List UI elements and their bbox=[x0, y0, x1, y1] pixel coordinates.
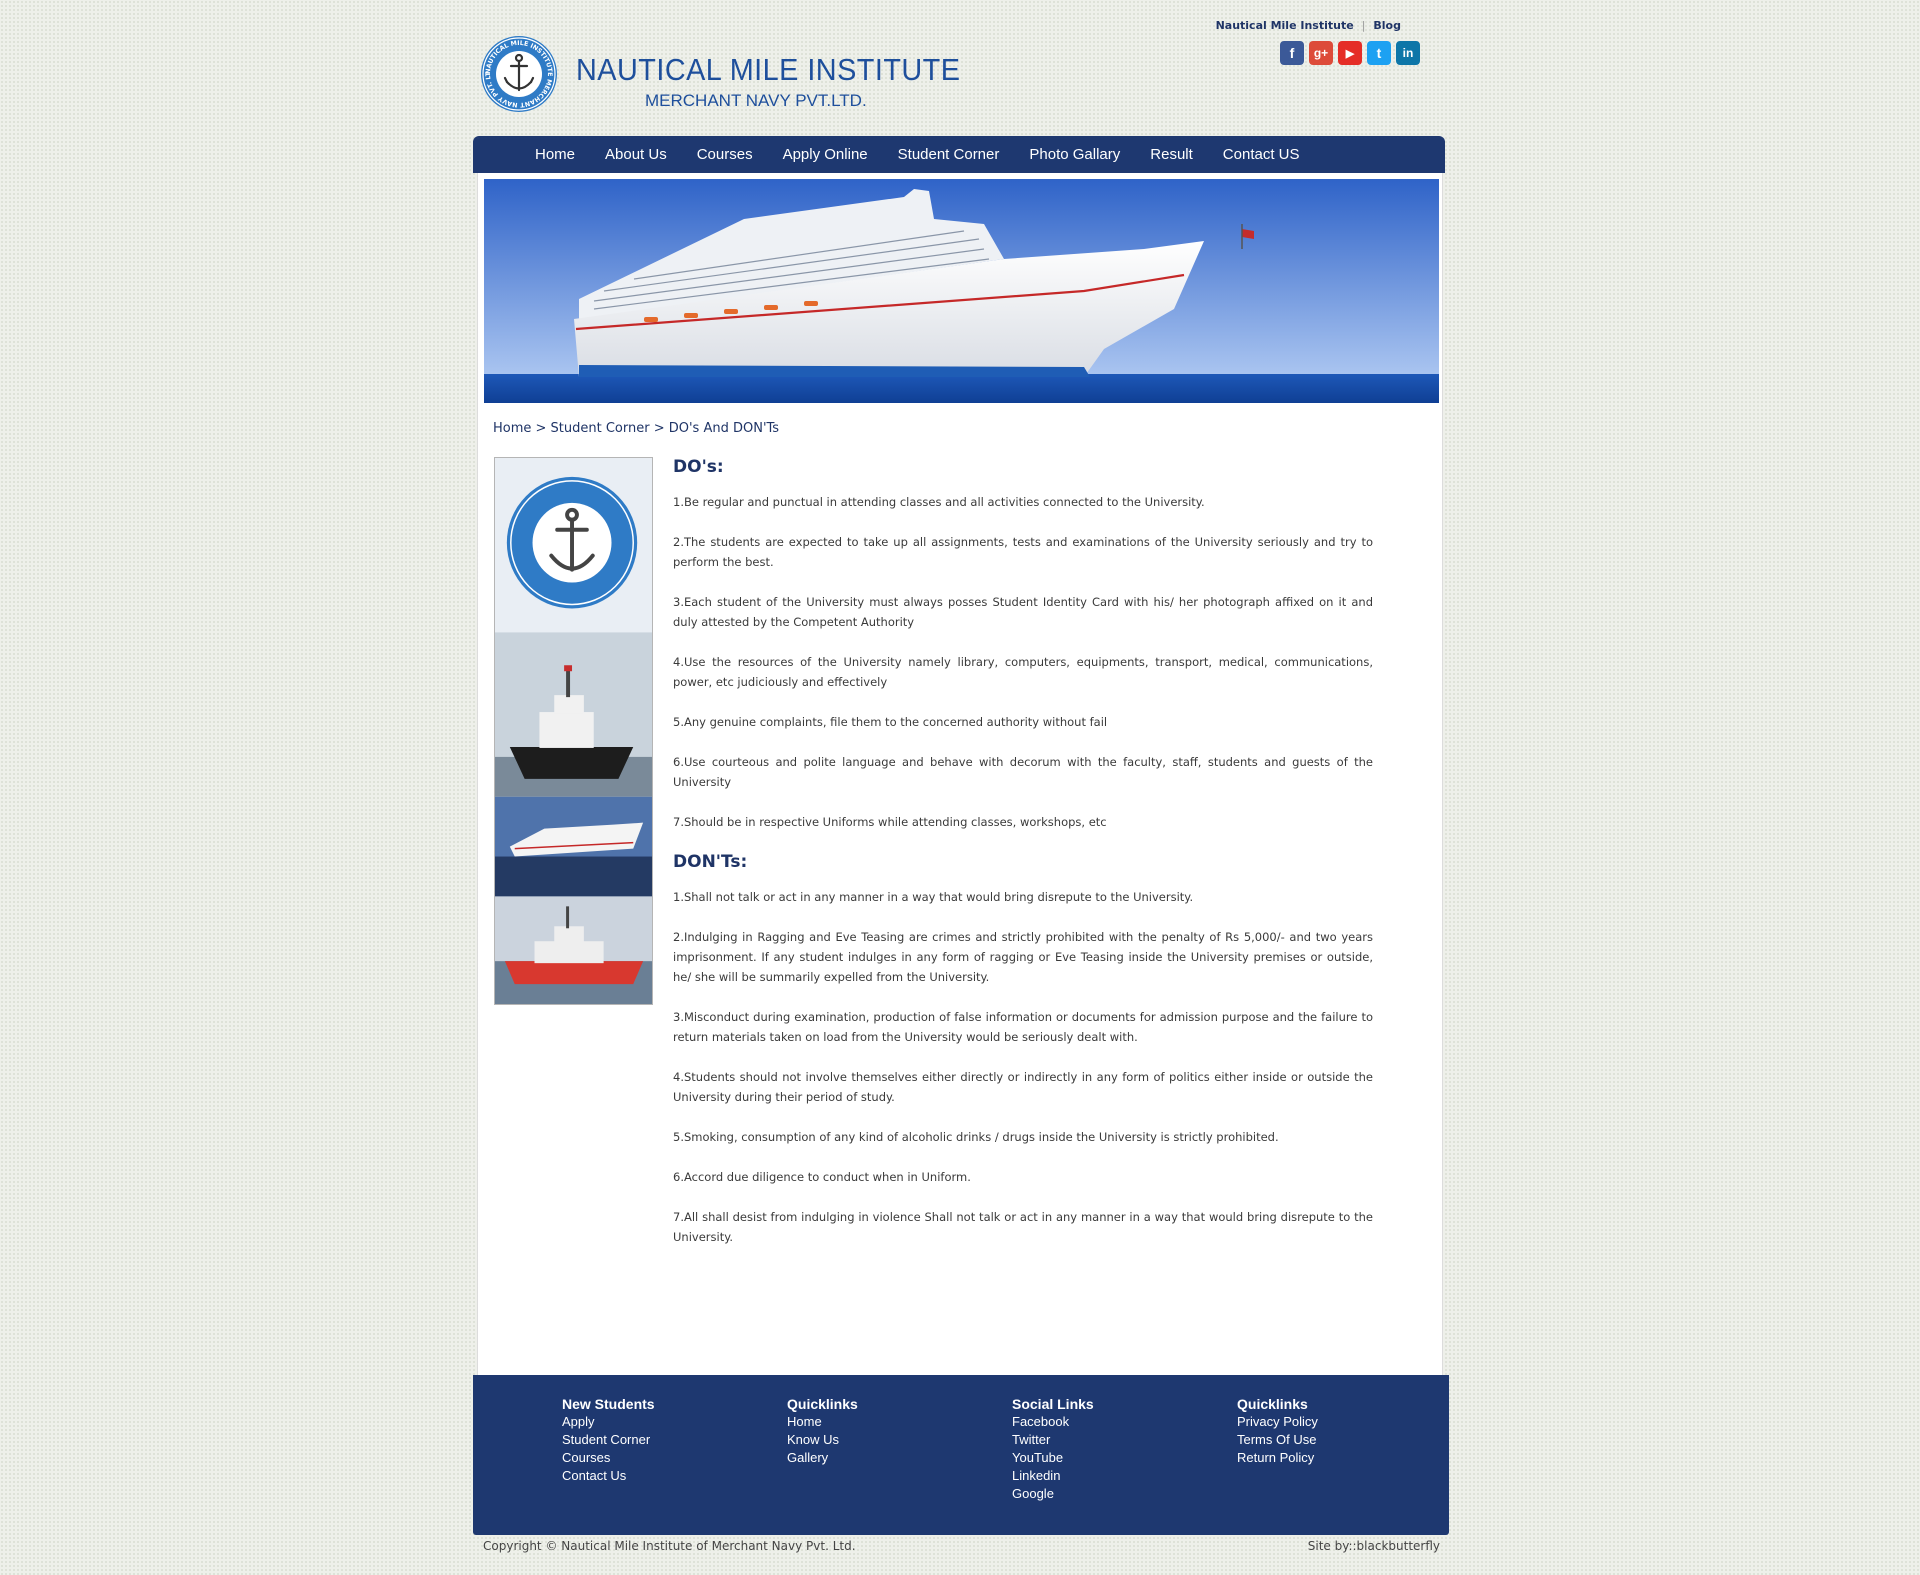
donts-heading: DON'Ts: bbox=[673, 852, 748, 872]
footer-link-twitter[interactable]: Twitter bbox=[1012, 1431, 1094, 1449]
breadcrumb: Home > Student Corner > DO's And DON'Ts bbox=[493, 421, 780, 436]
footer-link-terms-of-use[interactable]: Terms Of Use bbox=[1237, 1431, 1318, 1449]
do-item: 3.Each student of the University must al… bbox=[673, 595, 1373, 629]
nav-courses[interactable]: Courses bbox=[697, 146, 753, 163]
dont-item: 5.Smoking, consumption of any kind of al… bbox=[673, 1130, 1279, 1144]
do-item: 4.Use the resources of the University na… bbox=[673, 655, 1373, 689]
footer-link-student-corner[interactable]: Student Corner bbox=[562, 1431, 655, 1449]
footer-link-home[interactable]: Home bbox=[787, 1413, 858, 1431]
do-item: 1.Be regular and punctual in attending c… bbox=[673, 495, 1205, 509]
top-links: Nautical Mile Institute | Blog bbox=[1216, 19, 1401, 32]
footer-col-social-links: Social Links Facebook Twitter YouTube Li… bbox=[1012, 1396, 1094, 1503]
footer-heading: Quicklinks bbox=[787, 1396, 858, 1412]
twitter-icon[interactable]: t bbox=[1367, 41, 1391, 65]
social-icons: f g+ ▶ t in bbox=[1280, 41, 1420, 65]
separator: | bbox=[1361, 19, 1366, 32]
footer-link-linkedin[interactable]: Linkedin bbox=[1012, 1467, 1094, 1485]
footer-col-quicklinks: Quicklinks Home Know Us Gallery bbox=[787, 1396, 858, 1467]
do-item: 5.Any genuine complaints, file them to t… bbox=[673, 715, 1108, 729]
footer-heading: New Students bbox=[562, 1396, 655, 1412]
nav-contact-us[interactable]: Contact US bbox=[1223, 146, 1300, 163]
nav-photo-gallary[interactable]: Photo Gallary bbox=[1029, 146, 1120, 163]
nav-about-us[interactable]: About Us bbox=[605, 146, 667, 163]
main-nav: Home About Us Courses Apply Online Stude… bbox=[473, 136, 1445, 173]
main-panel: Home > Student Corner > DO's And DON'Ts bbox=[477, 173, 1443, 1375]
dos-heading: DO's: bbox=[673, 457, 724, 477]
dont-item: 2.Indulging in Ragging and Eve Teasing a… bbox=[673, 930, 1373, 984]
do-item: 2.The students are expected to take up a… bbox=[673, 535, 1373, 569]
footer-col-policies: Quicklinks Privacy Policy Terms Of Use R… bbox=[1237, 1396, 1318, 1467]
cruise-ship-banner bbox=[484, 179, 1439, 403]
dont-item: 7.All shall desist from indulging in vio… bbox=[673, 1210, 1373, 1244]
site-subtitle: MERCHANT NAVY PVT.LTD. bbox=[645, 91, 867, 110]
do-item: 7.Should be in respective Uniforms while… bbox=[673, 815, 1107, 829]
footer-link-gallery[interactable]: Gallery bbox=[787, 1449, 858, 1467]
footer: New Students Apply Student Corner Course… bbox=[473, 1375, 1449, 1535]
footer-link-youtube[interactable]: YouTube bbox=[1012, 1449, 1094, 1467]
linkedin-icon[interactable]: in bbox=[1396, 41, 1420, 65]
footer-link-facebook[interactable]: Facebook bbox=[1012, 1413, 1094, 1431]
top-link-institute[interactable]: Nautical Mile Institute bbox=[1216, 19, 1354, 32]
footer-link-contact-us[interactable]: Contact Us bbox=[562, 1467, 655, 1485]
nav-result[interactable]: Result bbox=[1150, 146, 1193, 163]
nav-apply-online[interactable]: Apply Online bbox=[783, 146, 868, 163]
footer-heading: Quicklinks bbox=[1237, 1396, 1308, 1412]
dont-item: 6.Accord due diligence to conduct when i… bbox=[673, 1170, 971, 1184]
site-credit[interactable]: Site by::blackbutterfly bbox=[1308, 1539, 1440, 1553]
footer-heading: Social Links bbox=[1012, 1396, 1094, 1412]
side-photo-strip bbox=[494, 457, 653, 1005]
dos-donts-content: DO's: 1.Be regular and punctual in atten… bbox=[673, 457, 1373, 1267]
dont-item: 4.Students should not involve themselves… bbox=[673, 1070, 1373, 1104]
nav-home[interactable]: Home bbox=[535, 146, 575, 163]
institute-logo[interactable]: NAUTICAL MILE INSTITUTE MERCHANT NAVY PV… bbox=[480, 35, 558, 113]
footer-link-apply[interactable]: Apply bbox=[562, 1413, 655, 1431]
dont-item: 3.Misconduct during examination, product… bbox=[673, 1010, 1373, 1044]
dont-item: 1.Shall not talk or act in any manner in… bbox=[673, 890, 1194, 904]
nav-student-corner[interactable]: Student Corner bbox=[898, 146, 1000, 163]
footer-link-privacy-policy[interactable]: Privacy Policy bbox=[1237, 1413, 1318, 1431]
youtube-icon[interactable]: ▶ bbox=[1338, 41, 1362, 65]
footer-col-new-students: New Students Apply Student Corner Course… bbox=[562, 1396, 655, 1485]
do-item: 6.Use courteous and polite language and … bbox=[673, 755, 1373, 789]
footer-link-google[interactable]: Google bbox=[1012, 1485, 1094, 1503]
site-title: NAUTICAL MILE INSTITUTE bbox=[576, 52, 961, 87]
google-plus-icon[interactable]: g+ bbox=[1309, 41, 1333, 65]
footer-link-courses[interactable]: Courses bbox=[562, 1449, 655, 1467]
footer-link-return-policy[interactable]: Return Policy bbox=[1237, 1449, 1318, 1467]
facebook-icon[interactable]: f bbox=[1280, 41, 1304, 65]
copyright-text: Copyright © Nautical Mile Institute of M… bbox=[483, 1539, 856, 1553]
footer-link-know-us[interactable]: Know Us bbox=[787, 1431, 858, 1449]
top-link-blog[interactable]: Blog bbox=[1373, 19, 1401, 32]
